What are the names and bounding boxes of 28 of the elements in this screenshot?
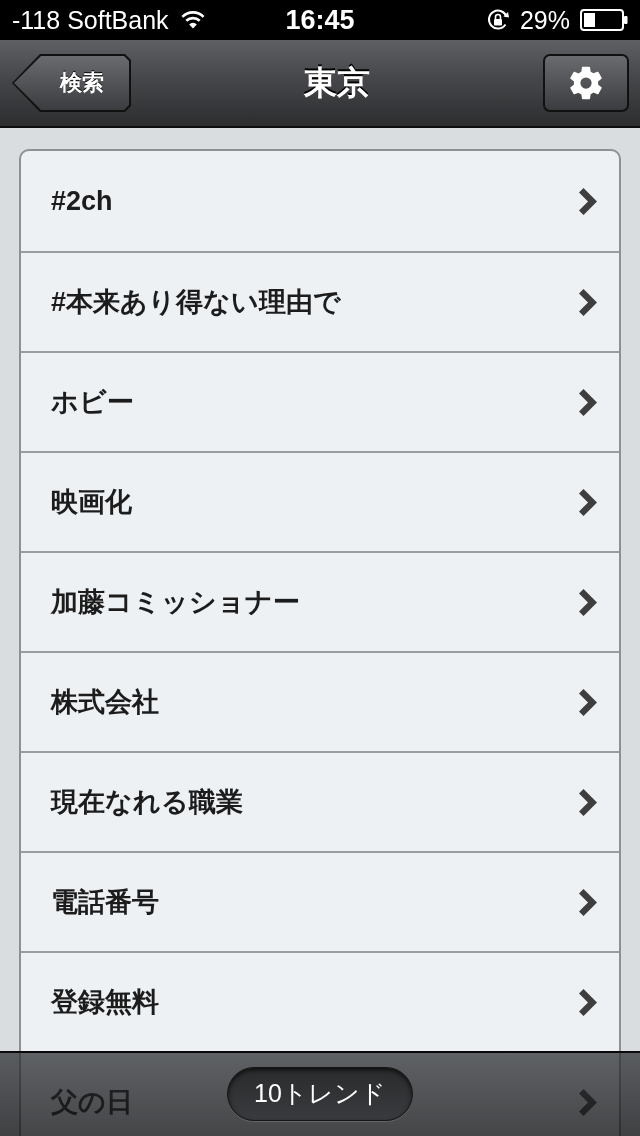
chevron-icon [579,988,598,1016]
chevron-icon [579,388,598,416]
chevron-icon [579,788,598,816]
settings-button[interactable] [543,54,629,112]
chevron-icon [579,888,598,916]
trend-count-button[interactable]: 10トレンド [227,1066,413,1121]
trend-row[interactable]: 電話番号 [21,851,619,951]
battery-icon [580,9,628,31]
trend-row[interactable]: 現在なれる職業 [21,751,619,851]
rotation-lock-icon [485,8,510,32]
chevron-icon [579,187,598,215]
trend-row[interactable]: #本来あり得ない理由で [21,251,619,351]
chevron-icon [579,688,598,716]
trend-row[interactable]: 株式会社 [21,651,619,751]
trend-row[interactable]: ホビー [21,351,619,451]
trend-row[interactable]: 加藤コミッショナー [21,551,619,651]
status-time: 16:45 [285,6,355,34]
settings-icon [568,65,604,101]
battery-percent: 29% [519,7,570,33]
chevron-icon [579,588,598,616]
back-button[interactable]: 検索 [12,54,131,112]
chevron-icon [579,488,598,516]
chevron-icon [579,288,598,316]
trend-row[interactable]: 映画化 [21,451,619,551]
carrier-label: -118 SoftBank [12,7,169,33]
trend-row[interactable]: #2ch [21,151,619,251]
nav-title: 東京 [304,62,370,103]
wifi-icon [180,11,205,29]
